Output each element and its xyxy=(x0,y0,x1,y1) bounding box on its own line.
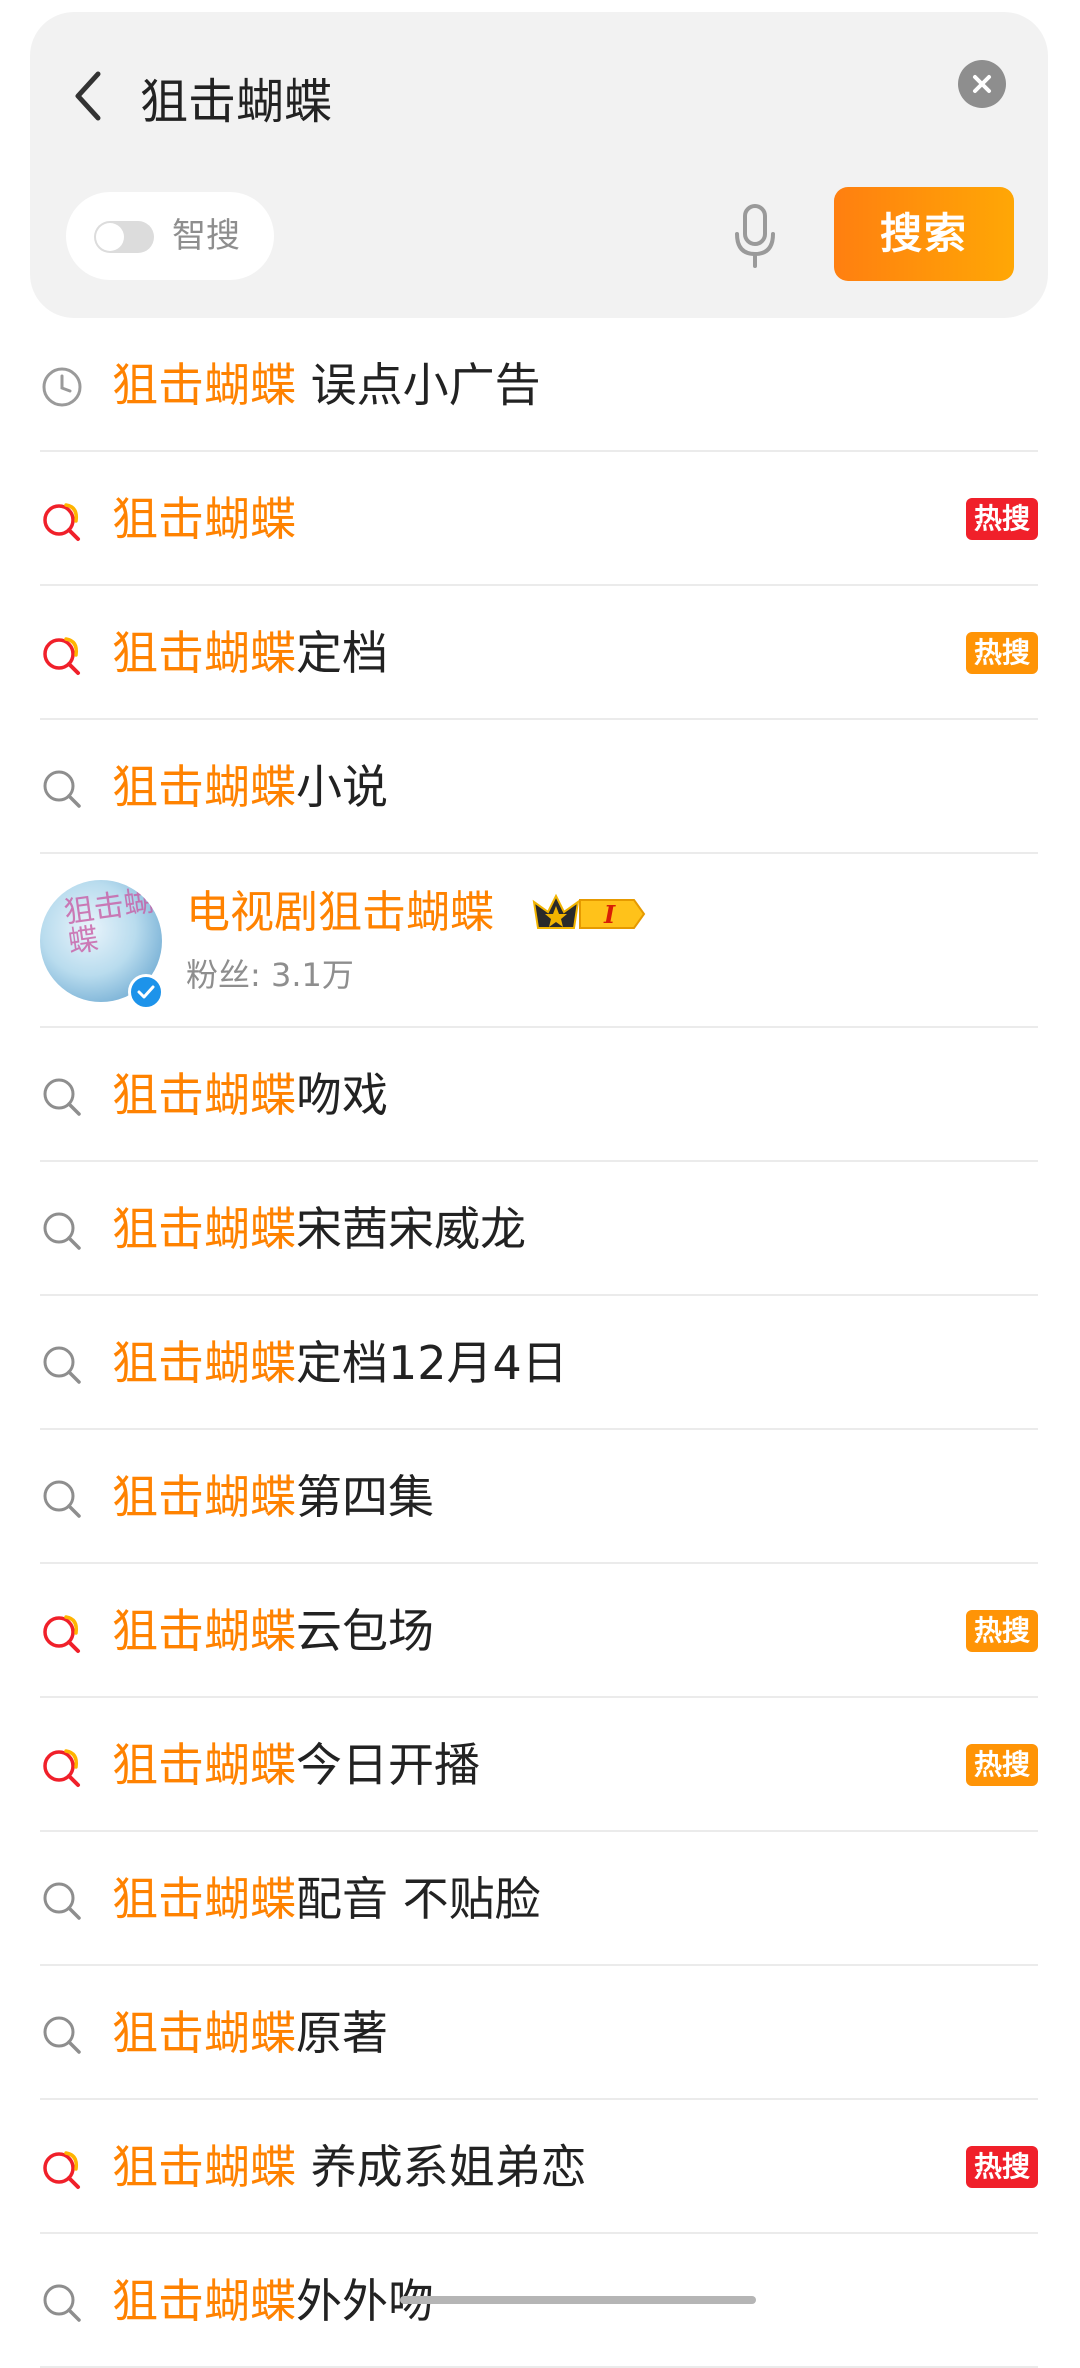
suggestion-text: 狙击蝴蝶第四集 xyxy=(112,1430,434,1564)
suggestion-highlight: 狙击蝴蝶 xyxy=(112,1604,296,1658)
search-icon xyxy=(43,1882,81,1920)
search-icon xyxy=(43,1480,81,1518)
suggestion-item[interactable]: 狙击蝴蝶第四集 xyxy=(0,1430,1080,1564)
suggestion-rest: 吻戏 xyxy=(296,1068,388,1122)
suggestion-rest: 配音 不贴脸 xyxy=(296,1872,541,1926)
search-header: 狙击蝴蝶 智搜 搜索 xyxy=(30,12,1048,318)
suggestion-item[interactable]: 狙击蝴蝶今日开播 热搜 xyxy=(0,1698,1080,1832)
search-icon xyxy=(43,1078,81,1116)
suggestion-text: 狙击蝴蝶定档 xyxy=(112,586,388,720)
microphone-icon[interactable] xyxy=(730,202,780,272)
clear-button[interactable] xyxy=(958,60,1006,108)
suggestion-highlight: 狙击蝴蝶 xyxy=(112,2006,296,2060)
suggestion-rest: 养成系姐弟恋 xyxy=(296,2140,587,2194)
toggle-switch[interactable] xyxy=(94,221,154,253)
suggestion-highlight: 狙击蝴蝶 xyxy=(112,358,296,412)
back-icon[interactable] xyxy=(64,56,114,136)
suggestion-item[interactable]: 狙击蝴蝶云包场 热搜 xyxy=(0,1564,1080,1698)
suggestion-item[interactable]: 狙击蝴蝶 养成系姐弟恋 热搜 xyxy=(0,2100,1080,2234)
crown-level-icon: I xyxy=(532,893,646,929)
user-name: 电视剧狙击蝴蝶 xyxy=(186,887,494,938)
fans-count: 粉丝: 3.1万 xyxy=(186,956,354,994)
suggestion-text: 狙击蝴蝶吻戏 xyxy=(112,1028,388,1162)
search-input[interactable]: 狙击蝴蝶 xyxy=(140,60,332,144)
hot-search-icon xyxy=(43,1615,80,1653)
user-result-row[interactable]: 狙击蝴蝶 电视剧狙击蝴蝶 I 粉丝: 3.1万 xyxy=(0,854,1080,1028)
search-icon xyxy=(43,770,81,808)
suggestion-rest: 定档 xyxy=(296,626,388,680)
level-label: I xyxy=(603,900,616,929)
suggestion-text: 狙击蝴蝶 xyxy=(112,452,296,586)
suggestion-item[interactable]: 狙击蝴蝶小说 xyxy=(0,720,1080,854)
suggestion-rest: 原著 xyxy=(296,2006,388,2060)
suggestion-text: 狙击蝴蝶配音 不贴脸 xyxy=(112,1832,541,1966)
suggestion-rest: 今日开播 xyxy=(296,1738,480,1792)
hot-search-icon xyxy=(43,637,80,675)
suggestion-text: 狙击蝴蝶小说 xyxy=(112,720,388,854)
home-indicator[interactable] xyxy=(400,2296,756,2304)
smart-search-label: 智搜 xyxy=(172,216,240,256)
hot-search-icon xyxy=(43,2151,80,2189)
suggestion-item[interactable]: 狙击蝴蝶 误点小广告 xyxy=(0,318,1080,452)
suggestion-text: 狙击蝴蝶宋茜宋威龙 xyxy=(112,1162,526,1296)
smart-search-toggle[interactable]: 智搜 xyxy=(66,192,274,280)
search-icon xyxy=(43,1346,81,1384)
clock-icon xyxy=(42,367,82,407)
suggestion-item[interactable]: 狙击蝴蝶吻戏 xyxy=(0,1028,1080,1162)
suggestion-item[interactable]: 狙击蝴蝶 热搜 xyxy=(0,452,1080,586)
hot-badge: 热搜 xyxy=(966,2146,1038,2188)
suggestion-highlight: 狙击蝴蝶 xyxy=(112,1336,296,1390)
suggestion-text: 狙击蝴蝶 误点小广告 xyxy=(112,318,541,452)
suggestion-highlight: 狙击蝴蝶 xyxy=(112,760,296,814)
suggestion-highlight: 狙击蝴蝶 xyxy=(112,492,296,546)
suggestion-item[interactable]: 狙击蝴蝶原著 xyxy=(0,1966,1080,2100)
suggestion-highlight: 狙击蝴蝶 xyxy=(112,1068,296,1122)
suggestion-item[interactable]: 狙击蝴蝶定档 热搜 xyxy=(0,586,1080,720)
suggestion-highlight: 狙击蝴蝶 xyxy=(112,626,296,680)
suggestion-text: 狙击蝴蝶 养成系姐弟恋 xyxy=(112,2100,587,2234)
hot-badge: 热搜 xyxy=(966,1610,1038,1652)
suggestion-text: 狙击蝴蝶定档12月4日 xyxy=(112,1296,568,1430)
search-button[interactable]: 搜索 xyxy=(834,187,1014,281)
hot-badge: 热搜 xyxy=(966,632,1038,674)
search-icon xyxy=(43,1212,81,1250)
hot-search-icon xyxy=(43,1749,80,1787)
verified-icon xyxy=(128,974,164,1010)
search-icon xyxy=(43,2016,81,2054)
suggestion-highlight: 狙击蝴蝶 xyxy=(112,1470,296,1524)
suggestion-rest: 第四集 xyxy=(296,1470,434,1524)
hot-badge: 热搜 xyxy=(966,1744,1038,1786)
suggestion-rest: 误点小广告 xyxy=(296,358,541,412)
suggestion-rest: 云包场 xyxy=(296,1604,434,1658)
suggestion-highlight: 狙击蝴蝶 xyxy=(112,1738,296,1792)
suggestion-rest: 小说 xyxy=(296,760,388,814)
suggestion-text: 狙击蝴蝶原著 xyxy=(112,1966,388,2100)
suggestion-item[interactable]: 狙击蝴蝶宋茜宋威龙 xyxy=(0,1162,1080,1296)
suggestion-highlight: 狙击蝴蝶 xyxy=(112,1872,296,1926)
toggle-knob xyxy=(96,223,124,251)
suggestion-highlight: 狙击蝴蝶 xyxy=(112,2140,296,2194)
suggestion-highlight: 狙击蝴蝶 xyxy=(112,2274,296,2328)
suggestion-text: 狙击蝴蝶外外吻 xyxy=(112,2234,434,2368)
suggestion-rest: 定档12月4日 xyxy=(296,1336,568,1390)
suggestion-item[interactable]: 狙击蝴蝶定档12月4日 xyxy=(0,1296,1080,1430)
suggestion-highlight: 狙击蝴蝶 xyxy=(112,1202,296,1256)
hot-search-icon xyxy=(43,503,80,541)
avatar-art: 狙击蝴蝶 xyxy=(61,883,156,961)
suggestion-rest: 宋茜宋威龙 xyxy=(296,1202,526,1256)
close-icon xyxy=(973,75,991,93)
search-icon xyxy=(43,2284,81,2322)
suggestion-text: 狙击蝴蝶云包场 xyxy=(112,1564,434,1698)
suggestion-item[interactable]: 狙击蝴蝶配音 不贴脸 xyxy=(0,1832,1080,1966)
suggestion-text: 狙击蝴蝶今日开播 xyxy=(112,1698,480,1832)
hot-badge: 热搜 xyxy=(966,498,1038,540)
